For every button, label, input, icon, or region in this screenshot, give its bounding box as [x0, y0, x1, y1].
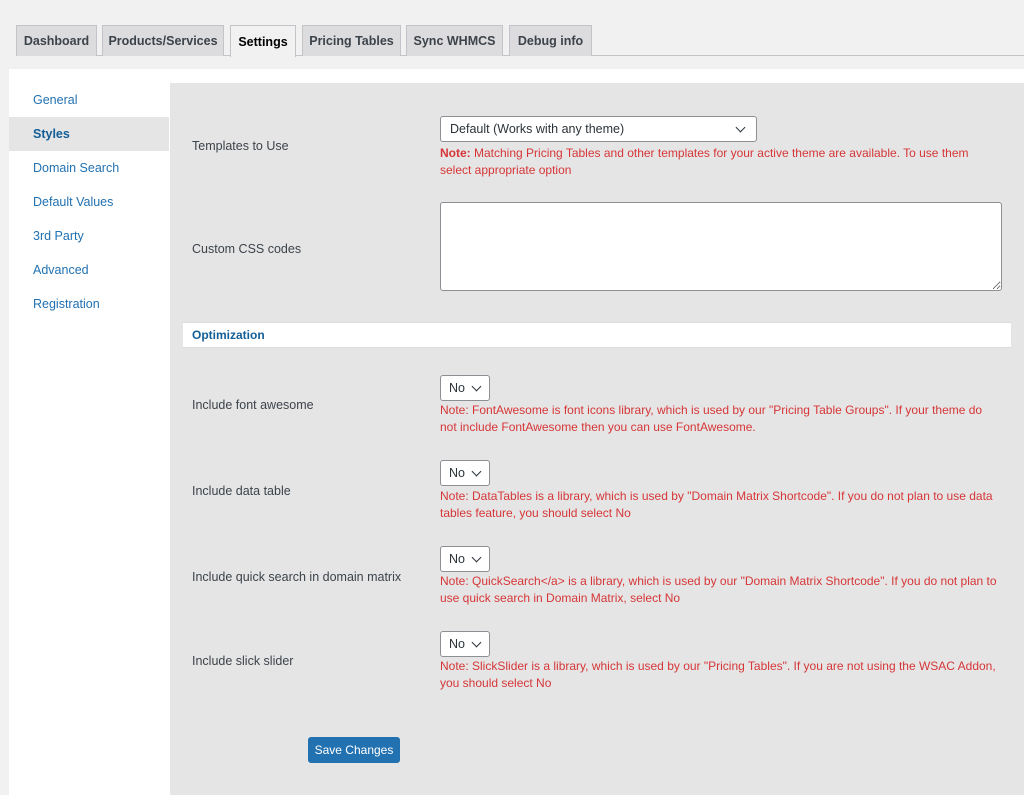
sidebar-item-advanced[interactable]: Advanced [9, 253, 169, 287]
templates-select-value: Default (Works with any theme) [450, 122, 625, 136]
sidebar-item-general[interactable]: General [9, 83, 169, 117]
font-awesome-note: Note: FontAwesome is font icons library,… [440, 403, 983, 434]
tab-pricing-tables[interactable]: Pricing Tables [302, 25, 401, 56]
custom-css-textarea[interactable] [440, 202, 1002, 291]
save-changes-button[interactable]: Save Changes [308, 737, 400, 763]
settings-tabs: Dashboard Products/Services Settings Pri… [16, 25, 1024, 57]
tab-sync-whmcs[interactable]: Sync WHMCS [406, 25, 503, 56]
font-awesome-select-value: No [449, 381, 465, 395]
sidebar-item-styles[interactable]: Styles [9, 117, 169, 151]
tab-debug-info[interactable]: Debug info [509, 25, 592, 56]
chevron-down-icon [471, 467, 483, 479]
sidebar-item-default-values[interactable]: Default Values [9, 185, 169, 219]
slick-slider-label: Include slick slider [192, 654, 294, 668]
sidebar-item-3rd-party[interactable]: 3rd Party [9, 219, 169, 253]
quick-search-select-value: No [449, 552, 465, 566]
tab-settings[interactable]: Settings [230, 25, 296, 57]
styles-content: Templates to Use Default (Works with any… [170, 83, 1024, 795]
templates-note: Note: Matching Pricing Tables and other … [440, 145, 1000, 179]
custom-css-label: Custom CSS codes [192, 242, 302, 256]
templates-note-prefix: Note: [440, 146, 471, 160]
sidebar-item-registration[interactable]: Registration [9, 287, 169, 321]
slick-slider-select-value: No [449, 637, 465, 651]
font-awesome-label: Include font awesome [192, 398, 314, 412]
optimization-header: Optimization [183, 322, 1011, 348]
settings-sidebar: General Styles Domain Search Default Val… [9, 83, 169, 321]
quick-search-label: Include quick search in domain matrix [192, 570, 402, 584]
tab-products-services[interactable]: Products/Services [102, 25, 224, 56]
quick-search-note: Note: QuickSearch</a> is a library, whic… [440, 574, 997, 605]
templates-select[interactable]: Default (Works with any theme) [440, 116, 757, 142]
data-table-select-value: No [449, 466, 465, 480]
slick-slider-select[interactable]: No [440, 631, 490, 657]
chevron-down-icon [735, 123, 747, 135]
data-table-note: Note: DataTables is a library, which is … [440, 489, 993, 520]
chevron-down-icon [471, 638, 483, 650]
tab-dashboard[interactable]: Dashboard [16, 25, 97, 56]
slick-slider-note: Note: SlickSlider is a library, which is… [440, 659, 996, 690]
chevron-down-icon [471, 553, 483, 565]
font-awesome-select[interactable]: No [440, 375, 490, 401]
templates-label: Templates to Use [192, 139, 289, 153]
data-table-select[interactable]: No [440, 460, 490, 486]
chevron-down-icon [471, 382, 483, 394]
sidebar-item-domain-search[interactable]: Domain Search [9, 151, 169, 185]
data-table-label: Include data table [192, 484, 291, 498]
quick-search-select[interactable]: No [440, 546, 490, 572]
templates-note-text: Matching Pricing Tables and other templa… [440, 146, 969, 177]
